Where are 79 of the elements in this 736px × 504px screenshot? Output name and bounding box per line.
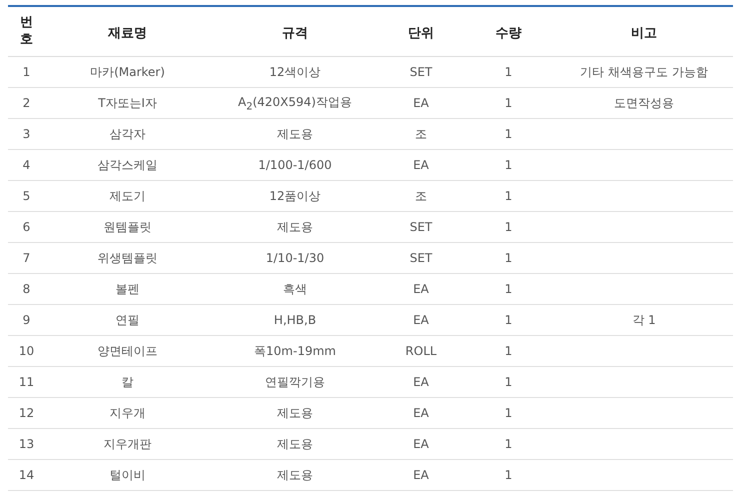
table-cell: ROLL — [405, 344, 437, 358]
table-cell: SET — [410, 65, 432, 79]
table-cell: 1 — [504, 65, 512, 79]
table-cell: 지우개 — [110, 406, 146, 420]
table-cell: EA — [413, 96, 429, 110]
table-cell: 1 — [504, 406, 512, 420]
table-cell: EA — [413, 313, 429, 327]
table-cell: 양면테이프 — [98, 344, 158, 358]
table-cell: 제도용 — [277, 406, 313, 420]
table-cell: 14 — [18, 468, 34, 482]
table-cell: T자또는I자 — [98, 96, 157, 110]
table-cell: 조 — [415, 188, 427, 202]
table-cell: 1 — [504, 220, 512, 234]
table-cell: 3 — [22, 127, 30, 141]
table-cell: EA — [413, 375, 429, 389]
table-cell: 2 — [22, 96, 30, 110]
table-cell: 9 — [22, 313, 30, 327]
column-header: 수량 — [496, 24, 522, 42]
table-cell: 삼각자 — [110, 126, 146, 140]
table-cell: SET — [410, 251, 432, 265]
table-cell: 1 — [504, 158, 512, 172]
table-cell: 1 — [504, 437, 512, 451]
table-cell: H,HB,B — [274, 313, 316, 327]
table-cell: 1 — [504, 127, 512, 141]
table-cell: 마카(Marker) — [90, 64, 165, 78]
table-cell: 각 1 — [632, 312, 656, 326]
table-cell: 1/100-1/600 — [258, 158, 332, 172]
table-cell: 1 — [504, 468, 512, 482]
table-cell: 지우개판 — [104, 436, 152, 450]
table-cell: EA — [413, 158, 429, 172]
table-cell: 13 — [18, 437, 34, 451]
table-cell: 1 — [22, 65, 30, 79]
table-cell: 조 — [415, 126, 427, 140]
table-cell: 4 — [22, 158, 30, 172]
table-cell: 8 — [22, 282, 30, 296]
table-cell: 도면작성용 — [614, 96, 674, 110]
table-cell: 6 — [22, 220, 30, 234]
table-cell: 제도용 — [277, 436, 313, 450]
column-header: 재료명 — [108, 24, 147, 42]
table-cell: EA — [413, 406, 429, 420]
table-cell: 흑색 — [283, 282, 307, 296]
table-cell: 기타 채색용구도 가능함 — [580, 64, 708, 78]
table-cell: 위생템플릿 — [98, 250, 158, 264]
table-cell: 칼 — [122, 374, 134, 388]
table-cell: 1 — [504, 189, 512, 203]
table-cell: 7 — [22, 251, 30, 265]
table-cell: A$_{2}$(420X594)작업용 — [238, 94, 352, 109]
table-cell: 12색이상 — [269, 64, 321, 78]
table-cell: EA — [413, 282, 429, 296]
column-header: 단위 — [408, 24, 434, 42]
table-cell: 12품이상 — [269, 188, 321, 202]
column-header: 번호 — [20, 15, 33, 48]
table-cell: 제도용 — [277, 126, 313, 140]
table-cell: 연필깍기용 — [265, 374, 325, 388]
table-cell: 연필 — [116, 312, 140, 326]
table-cell: 털이비 — [110, 468, 146, 482]
table-cell: 1 — [504, 344, 512, 358]
table-cell: 11 — [18, 375, 34, 389]
table-cell: 1 — [504, 375, 512, 389]
table-cell: EA — [413, 437, 429, 451]
table-cell: 1 — [504, 282, 512, 296]
table-cell: 1 — [504, 313, 512, 327]
table-cell: 원템플릿 — [104, 220, 152, 234]
table-cell: EA — [413, 468, 429, 482]
table-cell: 1/10-1/30 — [266, 251, 324, 265]
table-cell: 5 — [22, 189, 30, 203]
table-cell: 1 — [504, 251, 512, 265]
table-cell: 제도용 — [277, 468, 313, 482]
table-cell: 볼펜 — [116, 282, 140, 296]
column-header: 규격 — [282, 24, 308, 42]
table-cell: 폭10m-19mm — [254, 344, 336, 358]
table-cell: 12 — [18, 406, 34, 420]
table-cell: SET — [410, 220, 432, 234]
table-cell: 제도기 — [110, 188, 146, 202]
table-cell: 삼각스케일 — [98, 158, 158, 172]
table-cell: 10 — [18, 344, 34, 358]
table-cell: 1 — [504, 96, 512, 110]
column-header: 비고 — [631, 24, 657, 42]
table-cell: 제도용 — [277, 220, 313, 234]
